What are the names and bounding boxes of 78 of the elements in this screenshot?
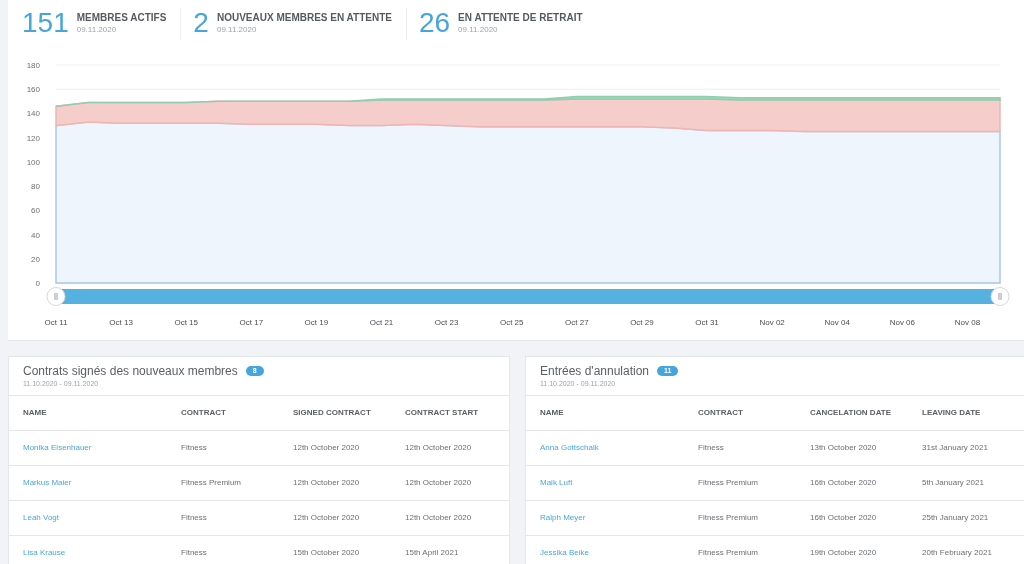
y-axis-label: 140 (26, 109, 40, 119)
x-axis-label: Nov 06 (889, 318, 915, 327)
column-header: CANCELATION DATE (810, 407, 893, 419)
table-cell-text: 13th October 2020 (810, 442, 878, 454)
stat-label: EN ATTENTE DE RETRAIT (458, 12, 583, 24)
stat-date: 09.11.2020 (216, 24, 258, 36)
column-header: CONTRACT START (405, 407, 480, 419)
x-axis-label: Oct 19 (304, 318, 329, 327)
x-axis-label: Oct 15 (174, 318, 198, 327)
stat-label: MEMBRES ACTIFS (76, 12, 167, 24)
slider-handle[interactable] (990, 287, 1010, 306)
x-axis-label: Oct 29 (630, 318, 654, 327)
table-cell-text: Fitness Premium (698, 547, 759, 559)
stat-number: 26 (418, 8, 451, 38)
column-header: LEAVING DATE (922, 407, 982, 419)
stat-number: 2 (193, 8, 209, 38)
member-link[interactable]: Anna Gottschalk (540, 442, 698, 454)
table-cell-text: Fitness Premium (698, 512, 759, 524)
table-cell-text: 12th October 2020 (293, 512, 361, 524)
x-axis-label: Nov 02 (759, 318, 785, 327)
stat-number: 151 (22, 8, 69, 38)
x-axis-label: Oct 13 (109, 318, 133, 327)
y-axis-label: 20 (31, 254, 40, 264)
table-cell-text: 12th October 2020 (405, 477, 473, 489)
x-axis-label: Oct 11 (44, 318, 68, 327)
slider-handle[interactable] (46, 287, 66, 306)
stat-label: NOUVEAUX MEMBRES EN ATTENTE (216, 12, 392, 24)
table-cell-text: 20th February 2021 (922, 547, 993, 559)
member-link[interactable]: Markus Maier (23, 477, 181, 489)
table-cell-text: Fitness Premium (698, 477, 759, 489)
table-cell-text: 25th January 2021 (922, 512, 990, 524)
table-cell-text: Fitness (181, 547, 208, 559)
y-axis-label: 0 (35, 279, 40, 288)
column-header: NAME (540, 407, 565, 419)
column-header: CONTRACT (181, 407, 227, 419)
x-axis-label: Oct 27 (565, 318, 589, 327)
stat-date: 09.11.2020 (458, 24, 499, 36)
x-axis-label: Oct 17 (239, 318, 264, 327)
table-cell-text: 19th October 2020 (810, 547, 878, 559)
y-axis-label: 160 (26, 85, 40, 95)
table-cell-text: Fitness (698, 442, 725, 454)
stat-date: 09.11.2020 (76, 24, 118, 36)
member-link[interactable]: Lisa Krause (23, 547, 181, 559)
table-cell-text: 31st January 2021 (922, 442, 989, 454)
table-cell-text: Fitness (181, 442, 208, 454)
column-header: NAME (23, 407, 48, 419)
table-cell-text: 12th October 2020 (405, 442, 473, 454)
column-header: CONTRACT (698, 407, 744, 419)
x-axis-label: Oct 25 (499, 318, 524, 327)
member-link[interactable]: Monika Eisenhauer (23, 442, 181, 454)
x-axis-label: Nov 08 (954, 318, 981, 327)
x-axis-label: Oct 23 (434, 318, 459, 327)
member-link[interactable]: Ralph Meyer (540, 512, 698, 524)
table-cell-text: 16th October 2020 (810, 512, 878, 524)
table-cell-text: 12th October 2020 (405, 512, 473, 524)
y-axis-label: 60 (31, 206, 40, 216)
x-axis-label: Oct 31 (695, 318, 719, 327)
table-cell-text: 12th October 2020 (293, 477, 361, 489)
column-header: SIGNED CONTRACT (293, 407, 372, 419)
card-title: Entrées d'annulation (540, 363, 650, 379)
member-link[interactable]: Maik Luft (540, 477, 698, 489)
x-axis-label: Oct 21 (369, 318, 394, 327)
table-cell-text: 15th October 2020 (293, 547, 361, 559)
y-axis-label: 100 (26, 157, 40, 167)
table-cell-text: Fitness Premium (181, 477, 242, 489)
table-cell-text: Fitness (181, 512, 208, 524)
x-axis-label: Nov 04 (824, 318, 850, 327)
table-cell-text: 12th October 2020 (293, 442, 361, 454)
table-cell-text: 16th October 2020 (810, 477, 878, 489)
y-axis-label: 40 (31, 230, 40, 240)
y-axis-label: 80 (31, 182, 40, 192)
table-cell-text: 5th January 2021 (922, 477, 985, 489)
table-cell-text: 15th April 2021 (405, 547, 460, 559)
y-axis-label: 180 (26, 61, 40, 70)
member-link[interactable]: Leah Vogt (23, 512, 181, 524)
y-axis-label: 120 (26, 133, 40, 143)
member-link[interactable]: Jessika Beike (540, 547, 698, 559)
card-title: Contrats signés des nouveaux membres (23, 363, 238, 379)
